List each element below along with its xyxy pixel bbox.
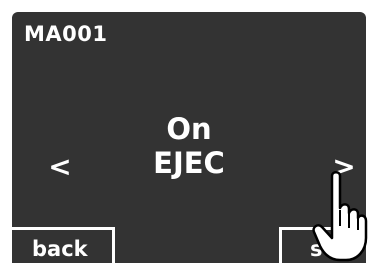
pointing-hand-icon xyxy=(312,171,368,262)
device-id-label: MA001 xyxy=(24,22,108,46)
previous-button[interactable]: < xyxy=(40,150,80,184)
back-button[interactable]: back xyxy=(12,227,115,263)
status-line-1: On xyxy=(166,112,212,146)
